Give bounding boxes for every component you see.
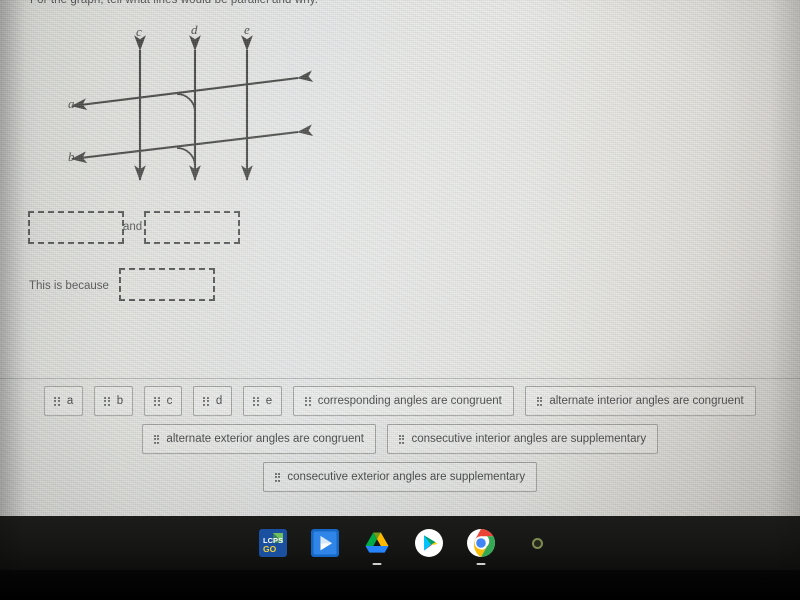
answer-chip[interactable]: consecutive exterior angles are suppleme…: [262, 462, 538, 492]
answer-chip-label: b: [116, 395, 124, 407]
google-chrome-app-icon[interactable]: [466, 528, 496, 565]
answer-chip-label: d: [215, 395, 223, 407]
answer-chip-tray: a b c d e corresponding angles are congruent a…: [0, 386, 800, 500]
dropzone-parallel-line-2[interactable]: [144, 211, 240, 244]
figure-label-e: e: [244, 22, 250, 37]
drag-handle-icon[interactable]: [398, 434, 405, 444]
running-indicator: [372, 563, 381, 565]
line-b: [70, 124, 314, 164]
figure-label-b: b: [68, 149, 75, 164]
parallel-lines-figure: c d e a b: [48, 22, 328, 198]
dropzone-parallel-line-1[interactable]: [28, 211, 124, 244]
blue-play-app-icon[interactable]: [310, 528, 340, 558]
tray-row: consecutive exterior angles are suppleme…: [0, 462, 800, 492]
figure-label-a: a: [68, 96, 75, 111]
angle-arc-d-a: [176, 93, 196, 113]
answer-chip-label: alternate exterior angles are congruent: [166, 433, 364, 445]
photo-of-chromebook-screen: For the graph, tell what lines would be …: [0, 0, 800, 600]
answer-chip-label: corresponding angles are congruent: [317, 395, 502, 407]
answer-chip-label: consecutive exterior angles are suppleme…: [287, 471, 526, 483]
google-play-store-app-icon[interactable]: [414, 528, 444, 558]
question-prompt: For the graph, tell what lines would be …: [30, 0, 319, 6]
worksheet-question-area: For the graph, tell what lines would be …: [0, 0, 800, 516]
svg-text:GO: GO: [263, 544, 277, 554]
drag-handle-icon[interactable]: [153, 434, 160, 444]
chromeos-shelf[interactable]: LCPS GO: [0, 516, 800, 570]
answer-chip-label: e: [265, 395, 273, 407]
answer-chip[interactable]: alternate exterior angles are congruent: [141, 424, 376, 454]
answer-chip-label: alternate interior angles are congruent: [549, 395, 744, 407]
notification-dot[interactable]: [531, 537, 543, 549]
running-indicator: [476, 563, 485, 565]
figure-label-d: d: [191, 22, 198, 37]
drag-handle-icon[interactable]: [203, 396, 209, 406]
figure-label-c: c: [136, 24, 142, 39]
answer-chip-label: consecutive interior angles are suppleme…: [411, 433, 647, 445]
line-a: [70, 70, 314, 111]
drag-handle-icon[interactable]: [54, 396, 60, 406]
this-is-because-label: This is because: [29, 280, 109, 292]
drag-handle-icon[interactable]: [536, 396, 543, 406]
drag-handle-icon[interactable]: [274, 472, 281, 482]
shelf-app-list: LCPS GO: [0, 516, 800, 570]
angle-arc-d-b: [176, 147, 196, 167]
parallel-lines-svg: [70, 35, 314, 182]
and-connector-label: and: [123, 221, 143, 233]
google-drive-app-icon[interactable]: [362, 528, 392, 565]
tray-row: a b c d e corresponding angles are congruent a…: [0, 386, 800, 416]
answer-chip-label: c: [166, 395, 173, 407]
answer-chip[interactable]: corresponding angles are congruent: [293, 386, 514, 416]
drag-handle-icon[interactable]: [154, 396, 160, 406]
lcps-go-app-icon[interactable]: LCPS GO: [258, 528, 288, 558]
dropzone-reason[interactable]: [119, 268, 215, 301]
answer-chip[interactable]: alternate interior angles are congruent: [524, 386, 756, 416]
laptop-bottom-bezel: [0, 570, 800, 600]
answer-chip[interactable]: c: [144, 386, 183, 416]
tray-divider: [0, 378, 800, 379]
answer-chip[interactable]: consecutive interior angles are suppleme…: [386, 424, 659, 454]
drag-handle-icon[interactable]: [305, 396, 311, 406]
answer-chip[interactable]: b: [94, 386, 134, 416]
answer-chip[interactable]: e: [243, 386, 283, 416]
drag-handle-icon[interactable]: [253, 396, 259, 406]
answer-chip[interactable]: a: [44, 386, 84, 416]
tray-row: alternate exterior angles are congruent c…: [0, 424, 800, 454]
answer-chip-label: a: [66, 395, 74, 407]
laptop-screen: For the graph, tell what lines would be …: [0, 0, 800, 516]
drag-handle-icon[interactable]: [104, 396, 110, 406]
answer-chip[interactable]: d: [193, 386, 233, 416]
